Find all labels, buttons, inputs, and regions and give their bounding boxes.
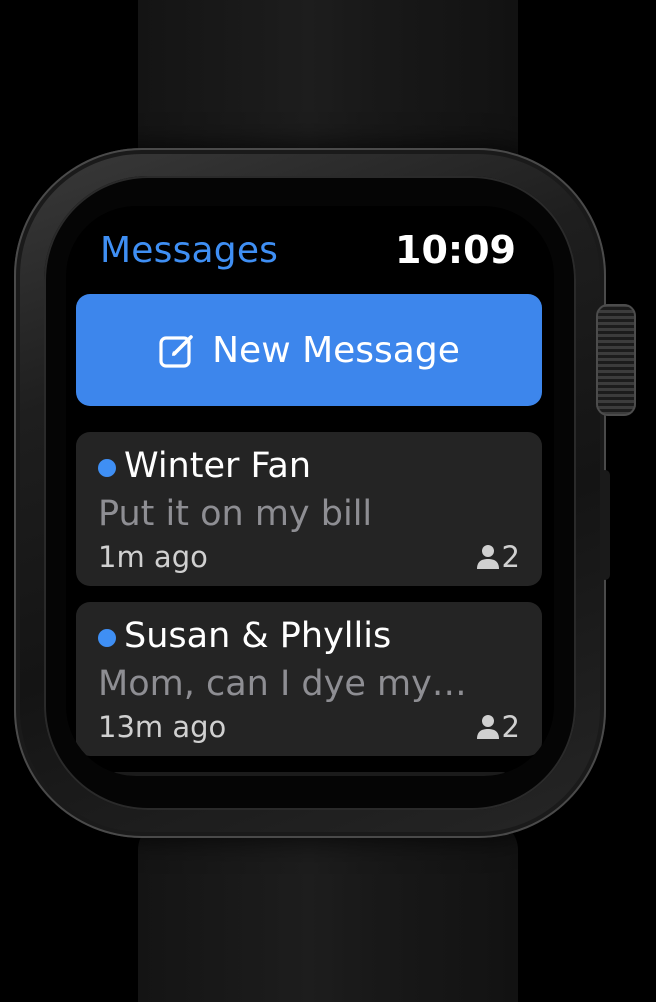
watch-scene: Messages 10:09 New Message Winter Fan Pu… <box>0 0 656 1002</box>
new-message-label: New Message <box>212 329 460 371</box>
unread-indicator <box>98 629 116 647</box>
conversation-sender: Winter Fan <box>124 446 312 486</box>
participant-count: 2 <box>476 540 520 574</box>
conversation-timestamp: 1m ago <box>98 540 208 574</box>
conversation-sender: Susan & Phyllis <box>124 616 392 656</box>
participant-count: 2 <box>476 710 520 744</box>
conversation-item[interactable]: Winter Fan Put it on my bill 1m ago 2 <box>76 432 542 586</box>
watch-screen: Messages 10:09 New Message Winter Fan Pu… <box>66 206 554 776</box>
new-message-button[interactable]: New Message <box>76 294 542 406</box>
person-icon <box>476 545 499 569</box>
conversation-preview: Mom, can I dye my… <box>98 664 467 704</box>
app-title[interactable]: Messages <box>100 230 278 271</box>
conversation-item[interactable]: Susan & Phyllis Mom, can I dye my… 13m a… <box>76 602 542 756</box>
participant-count-value: 2 <box>501 540 520 574</box>
next-conversation-peek <box>106 772 512 776</box>
clock-time: 10:09 <box>395 228 516 272</box>
conversation-preview: Put it on my bill <box>98 494 373 534</box>
digital-crown[interactable] <box>596 304 636 416</box>
participant-count-value: 2 <box>501 710 520 744</box>
side-button[interactable] <box>600 470 610 580</box>
watch-band-bottom <box>138 820 518 1002</box>
conversation-timestamp: 13m ago <box>98 710 227 744</box>
compose-icon <box>159 335 193 368</box>
unread-indicator <box>98 459 116 477</box>
person-icon <box>476 715 499 739</box>
